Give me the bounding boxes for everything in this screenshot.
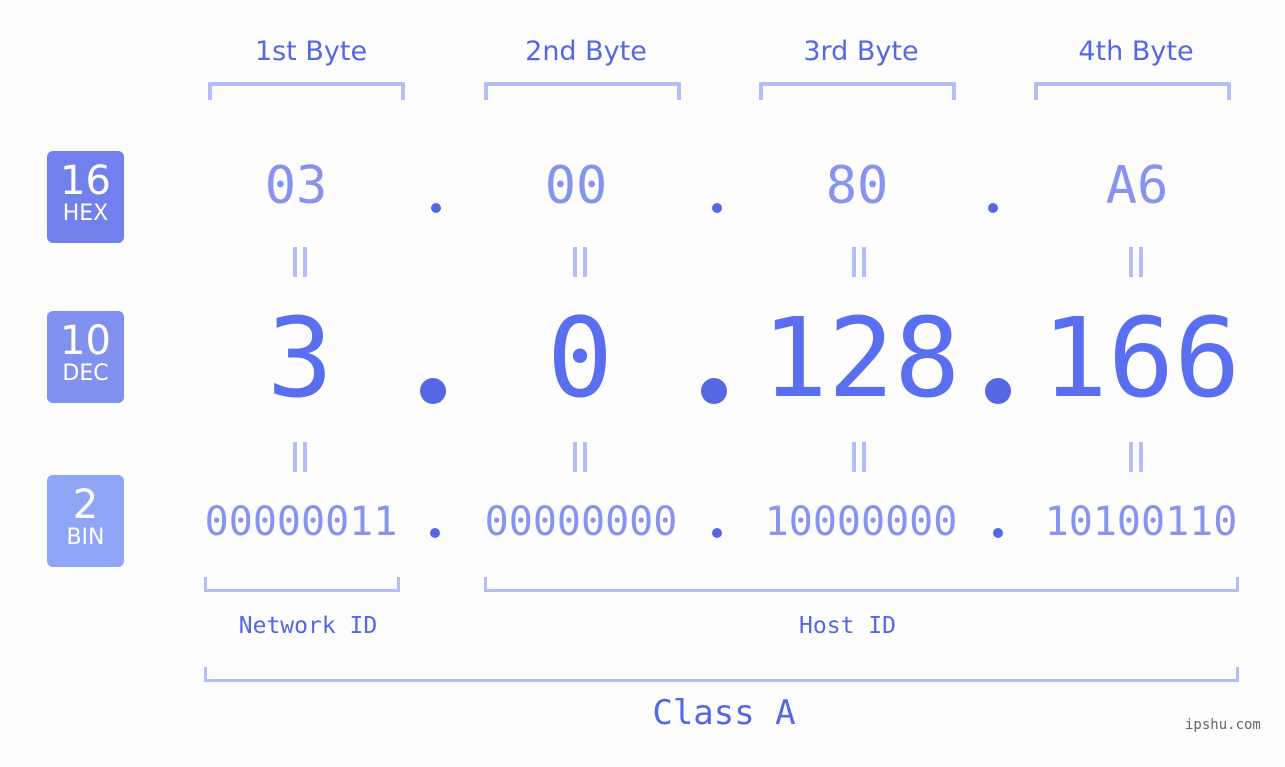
- dec-value-2: 0: [546, 294, 614, 422]
- bin-value-4: 10100110: [1044, 499, 1238, 545]
- dec-separator-dot-3: [985, 378, 1011, 404]
- equals-icon: [573, 247, 587, 277]
- bin-value-2: 00000000: [484, 499, 678, 545]
- network-id-bracket: [204, 577, 400, 592]
- equals-icon: [1129, 247, 1143, 277]
- hex-value-2: 00: [544, 156, 608, 216]
- class-bracket: [204, 667, 1239, 682]
- bin-badge-label: BIN: [66, 525, 105, 550]
- equals-icon: [1129, 442, 1143, 472]
- equals-icon: [293, 442, 307, 472]
- dec-separator-dot-2: [701, 378, 727, 404]
- byte-bracket-2: [484, 82, 681, 100]
- watermark: ipshu.com: [1185, 717, 1261, 733]
- hex-badge-label: HEX: [62, 201, 109, 226]
- dec-separator-dot-1: [420, 378, 446, 404]
- hex-badge: 16 HEX: [47, 151, 124, 243]
- host-id-label: Host ID: [799, 613, 896, 639]
- dec-badge-label: DEC: [62, 361, 109, 386]
- hex-value-1: 03: [264, 156, 328, 216]
- hex-value-3: 80: [825, 156, 889, 216]
- bin-separator-dot-2: [712, 528, 722, 538]
- host-id-bracket: [484, 577, 1239, 592]
- hex-separator-dot-3: [988, 203, 998, 213]
- equals-icon: [852, 247, 866, 277]
- dec-badge-number: 10: [60, 318, 111, 364]
- bin-value-3: 10000000: [764, 499, 958, 545]
- bin-separator-dot-3: [993, 528, 1003, 538]
- equals-icon: [573, 442, 587, 472]
- dec-value-3: 128: [761, 294, 961, 422]
- byte-header-1: 1st Byte: [254, 36, 368, 67]
- hex-value-4: A6: [1105, 156, 1169, 216]
- dec-value-4: 166: [1041, 294, 1241, 422]
- equals-icon: [852, 442, 866, 472]
- equals-icon: [293, 247, 307, 277]
- hex-badge-number: 16: [60, 158, 111, 204]
- bin-separator-dot-1: [430, 528, 440, 538]
- bin-badge: 2 BIN: [47, 475, 124, 567]
- hex-separator-dot-2: [712, 203, 722, 213]
- byte-header-2: 2nd Byte: [525, 36, 647, 67]
- bin-badge-number: 2: [72, 482, 99, 528]
- byte-bracket-1: [208, 82, 405, 100]
- byte-header-4: 4th Byte: [1078, 36, 1194, 67]
- dec-value-1: 3: [266, 294, 334, 422]
- byte-bracket-3: [759, 82, 956, 100]
- byte-header-3: 3rd Byte: [803, 36, 919, 67]
- class-label: Class A: [652, 693, 796, 733]
- bin-value-1: 00000011: [204, 499, 398, 545]
- dec-badge: 10 DEC: [47, 311, 124, 403]
- network-id-label: Network ID: [238, 613, 378, 639]
- hex-separator-dot-1: [431, 203, 441, 213]
- byte-bracket-4: [1034, 82, 1231, 100]
